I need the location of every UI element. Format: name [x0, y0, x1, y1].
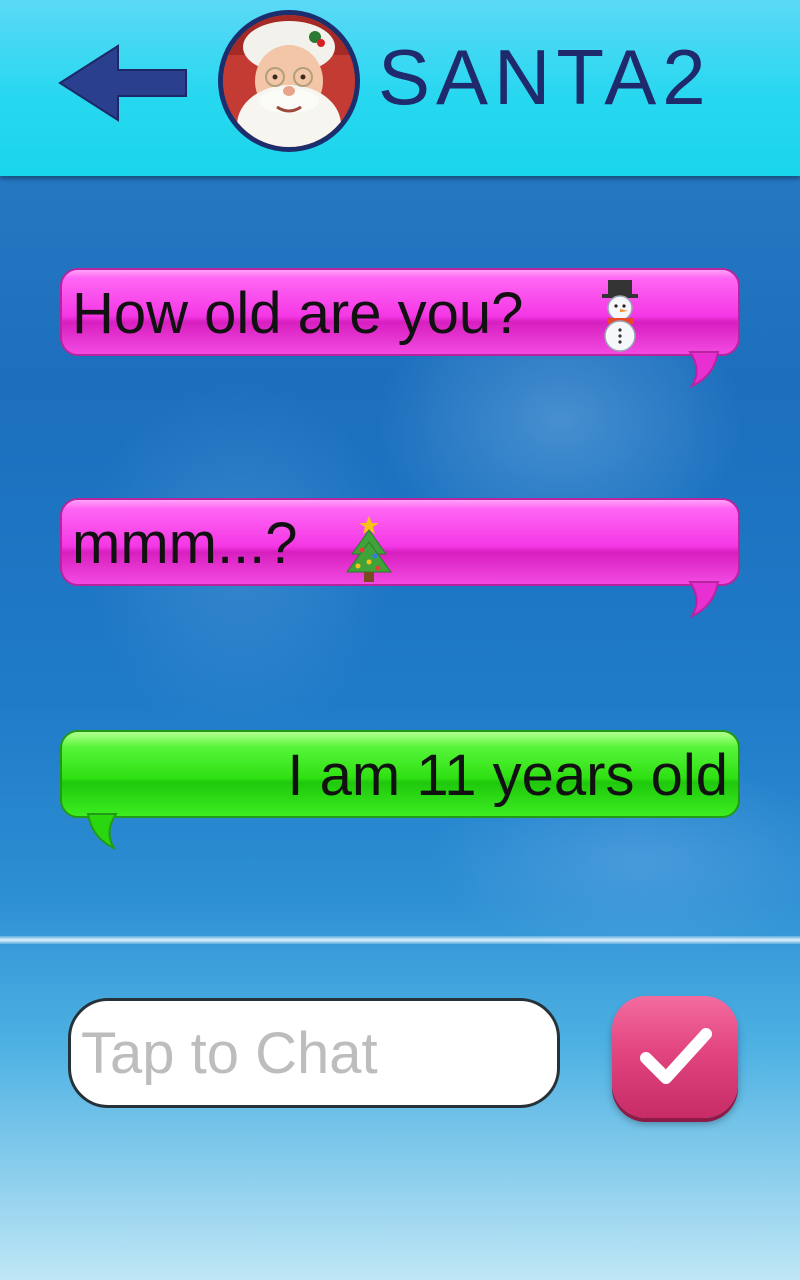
chat-input[interactable] — [68, 998, 560, 1108]
back-button[interactable] — [58, 44, 188, 122]
left-arrow-icon — [58, 44, 187, 122]
bubble-tail — [688, 581, 720, 619]
chat-header: SANTA2 — [0, 0, 800, 176]
message-text: mmm...? — [72, 511, 298, 576]
message-text: I am 11 years old — [287, 743, 728, 808]
send-button[interactable] — [612, 996, 738, 1118]
chat-title: SANTA2 — [378, 33, 712, 121]
santa-avatar — [218, 10, 360, 152]
checkmark-icon — [640, 1028, 712, 1084]
message-text: How old are you? — [72, 281, 524, 346]
santa-avatar-photo — [223, 15, 355, 147]
message-bubble: I am 11 years old — [60, 730, 740, 818]
bubble-tail — [688, 351, 720, 389]
message-bubble: mmm...? — [60, 498, 740, 586]
bubble-tail — [86, 813, 118, 851]
message-bubble: How old are you? — [60, 268, 740, 356]
snowman-icon — [602, 280, 638, 352]
christmas-tree-icon — [346, 516, 392, 582]
divider — [0, 936, 800, 944]
